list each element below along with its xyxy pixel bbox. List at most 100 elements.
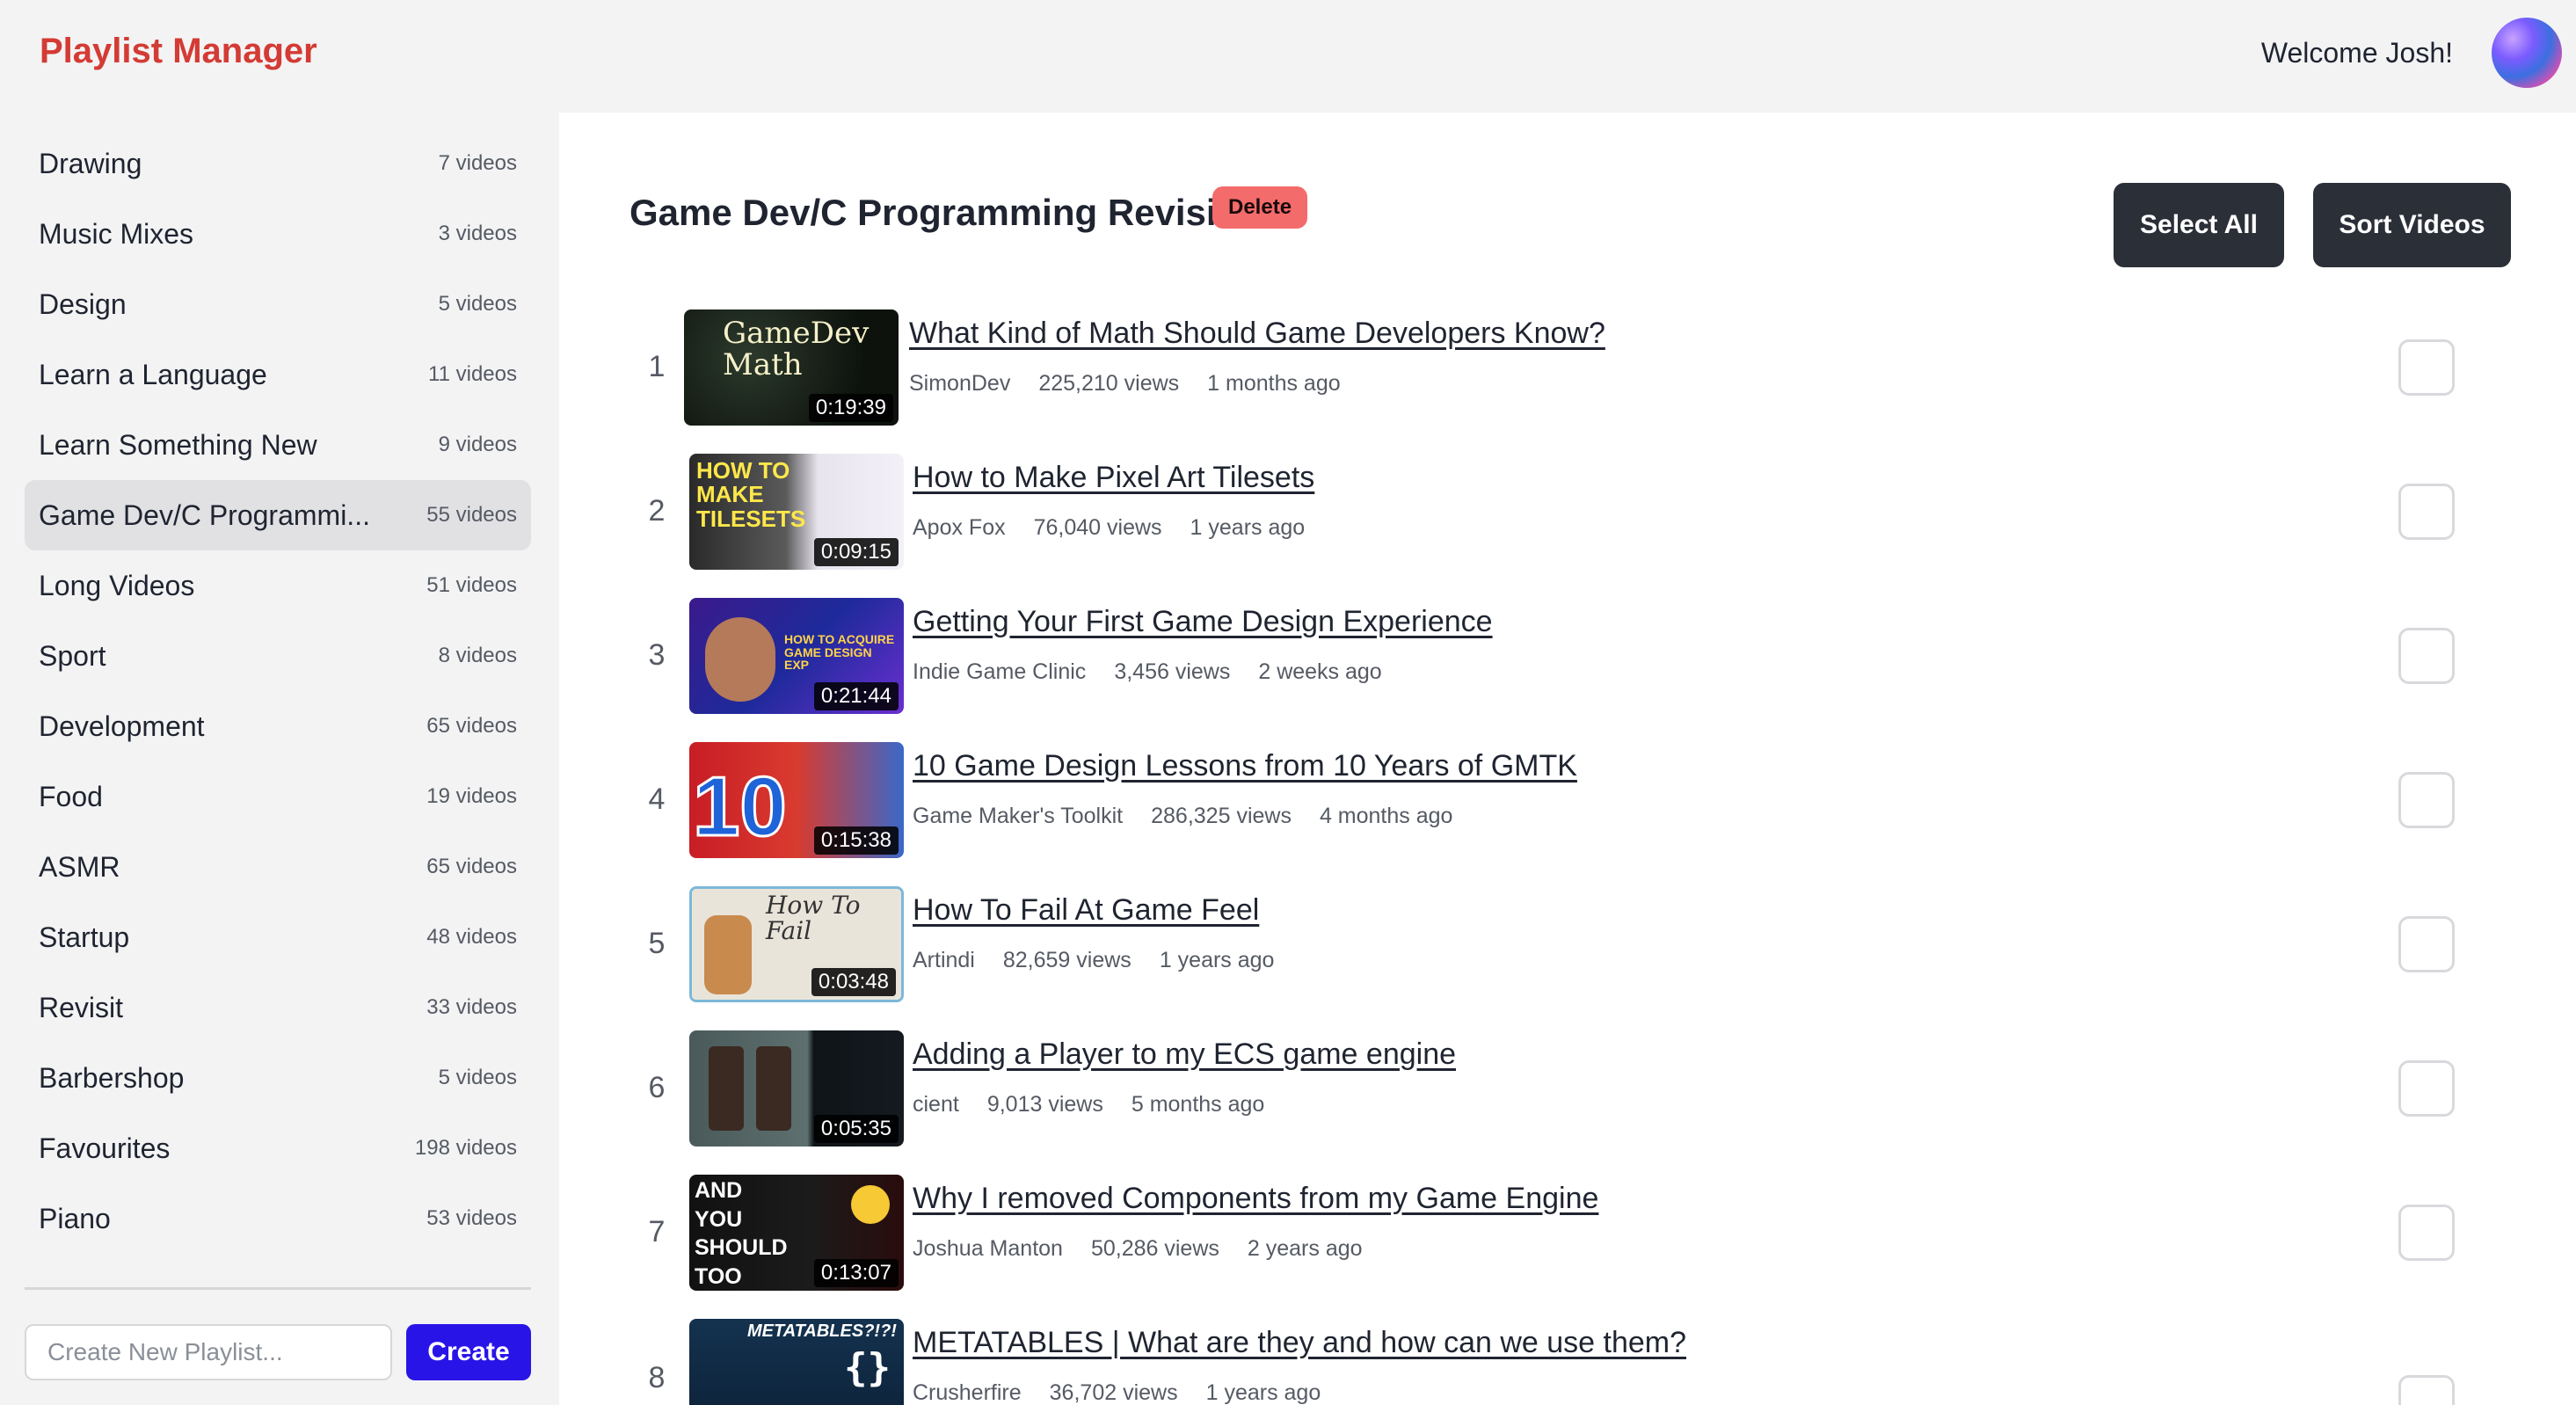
playlist-name: Drawing [39,147,142,179]
playlist-count: 55 videos [426,503,517,527]
video-index: 6 [648,1071,666,1104]
delete-button[interactable]: Delete [1212,186,1308,229]
video-views: 76,040 views [1033,515,1162,540]
video-thumbnail[interactable]: 10 0:15:38 [689,742,904,858]
video-channel: SimonDev [909,371,1011,396]
sidebar-item-sport[interactable]: Sport 8 videos [25,621,531,691]
sidebar-item-food[interactable]: Food 19 videos [25,761,531,832]
video-views: 225,210 views [1038,371,1180,396]
thumbnail-caption: HOW TO MAKE TILESETS [696,457,806,532]
sidebar-item-development[interactable]: Development 65 videos [25,691,531,761]
playlist-count: 3 videos [438,222,517,245]
sidebar-item-barbershop[interactable]: Barbershop 5 videos [25,1043,531,1113]
video-views: 3,456 views [1114,659,1231,684]
video-title-link[interactable]: Getting Your First Game Design Experienc… [913,605,1493,639]
video-row: 2 HOW TO MAKE TILESETS 0:09:15 How to Ma… [559,454,2576,586]
video-thumbnail[interactable]: HOW TO ACQUIRE GAME DESIGN EXP 0:21:44 [689,598,904,714]
playlist-count: 9 videos [438,433,517,456]
video-title-link[interactable]: Adding a Player to my ECS game engine [913,1037,1456,1072]
video-duration: 0:19:39 [808,394,893,422]
video-views: 9,013 views [986,1092,1103,1117]
create-playlist-button[interactable]: Create [406,1324,531,1380]
video-checkbox[interactable] [2398,916,2455,972]
video-channel: Joshua Manton [913,1236,1063,1261]
video-index: 5 [648,927,666,960]
video-title-link[interactable]: Why I removed Components from my Game En… [913,1182,1598,1216]
presenter-face [705,617,775,702]
avatar[interactable] [2492,18,2562,88]
sidebar-item-music-mixes[interactable]: Music Mixes 3 videos [25,199,531,269]
playlist-title: Game Dev/C Programming Revisit [629,192,1229,233]
sort-videos-button[interactable]: Sort Videos [2313,183,2511,267]
sidebar-item-asmr[interactable]: ASMR 65 videos [25,832,531,902]
video-meta: Apox Fox 76,040 views 1 years ago [913,515,1305,541]
video-meta: Joshua Manton 50,286 views 2 years ago [913,1236,1363,1262]
video-channel: cient [913,1092,959,1117]
video-thumbnail[interactable]: METATABLES?!?! {} [689,1319,904,1405]
video-channel: Indie Game Clinic [913,659,1087,684]
sidebar-item-drawing[interactable]: Drawing 7 videos [25,128,531,199]
video-title-link[interactable]: METATABLES | What are they and how can w… [913,1326,1686,1360]
playlist-name: Sport [39,639,106,672]
playlist-name: Startup [39,921,130,953]
video-age: 2 years ago [1247,1236,1363,1261]
sidebar-item-piano[interactable]: Piano 53 videos [25,1183,531,1254]
video-views: 50,286 views [1090,1236,1219,1261]
playlist-count: 53 videos [426,1206,517,1230]
select-all-button[interactable]: Select All [2114,183,2284,267]
sidebar-item-favourites[interactable]: Favourites 198 videos [25,1113,531,1183]
video-thumbnail[interactable]: How To Fail 0:03:48 [689,886,904,1002]
video-duration: 0:03:48 [811,968,896,996]
video-checkbox[interactable] [2398,772,2455,828]
thumbnail-caption: AND YOU SHOULD TOO [695,1178,788,1289]
video-title-link[interactable]: How To Fail At Game Feel [913,893,1259,928]
sidebar-item-game-dev[interactable]: Game Dev/C Programmi... 55 videos [25,480,531,550]
sidebar-item-revisit[interactable]: Revisit 33 videos [25,972,531,1043]
sidebar-item-design[interactable]: Design 5 videos [25,269,531,339]
video-thumbnail[interactable]: AND YOU SHOULD TOO 0:13:07 [689,1175,904,1291]
playlist-count: 11 videos [428,362,517,386]
thumbnail-caption: 10 [692,760,789,854]
video-checkbox[interactable] [2398,628,2455,684]
video-views: 36,702 views [1049,1380,1178,1405]
playlist-name: Barbershop [39,1061,185,1094]
video-checkbox[interactable] [2398,1060,2455,1117]
video-row: 4 10 0:15:38 10 Game Design Lessons from… [559,742,2576,874]
sidebar-item-startup[interactable]: Startup 48 videos [25,902,531,972]
playlist-name: Music Mixes [39,217,194,250]
video-checkbox[interactable] [2398,484,2455,540]
new-playlist-input[interactable] [25,1324,392,1380]
playlist-count: 65 videos [426,855,517,878]
sidebar-item-long-videos[interactable]: Long Videos 51 videos [25,550,531,621]
video-index: 3 [648,638,666,672]
video-checkbox[interactable] [2398,339,2455,396]
sidebar-item-learn-a-language[interactable]: Learn a Language 11 videos [25,339,531,410]
app-title[interactable]: Playlist Manager [40,32,317,71]
video-row: 3 HOW TO ACQUIRE GAME DESIGN EXP 0:21:44… [559,598,2576,730]
video-meta: Artindi 82,659 views 1 years ago [913,948,1274,973]
video-age: 2 weeks ago [1258,659,1382,684]
video-thumbnail[interactable]: 0:05:35 [689,1030,904,1147]
video-age: 5 months ago [1131,1092,1265,1117]
video-title-link[interactable]: 10 Game Design Lessons from 10 Years of … [913,749,1577,783]
video-age: 4 months ago [1319,804,1453,828]
video-title-link[interactable]: What Kind of Math Should Game Developers… [909,317,1605,351]
video-index: 1 [648,350,666,383]
thumbnail-caption: HOW TO ACQUIRE GAME DESIGN EXP [784,632,895,673]
playlist-name: Food [39,780,103,812]
braces-icon: {} [844,1345,891,1390]
video-duration: 0:05:35 [813,1115,899,1143]
sidebar-item-learn-something-new[interactable]: Learn Something New 9 videos [25,410,531,480]
video-checkbox[interactable] [2398,1205,2455,1261]
video-thumbnail[interactable]: GameDev Math 0:19:39 [684,309,899,426]
video-duration: 0:13:07 [813,1259,899,1287]
playlist-name: Revisit [39,991,124,1023]
video-title-link[interactable]: How to Make Pixel Art Tilesets [913,461,1314,495]
video-views: 286,325 views [1151,804,1292,828]
video-meta: cient 9,013 views 5 months ago [913,1092,1264,1117]
video-checkbox[interactable] [2398,1375,2455,1405]
video-views: 82,659 views [1002,948,1132,972]
thumbnail-caption: GameDev Math [723,316,870,382]
video-row: 6 0:05:35 Adding a Player to my ECS game… [559,1030,2576,1162]
video-thumbnail[interactable]: HOW TO MAKE TILESETS 0:09:15 [689,454,904,570]
